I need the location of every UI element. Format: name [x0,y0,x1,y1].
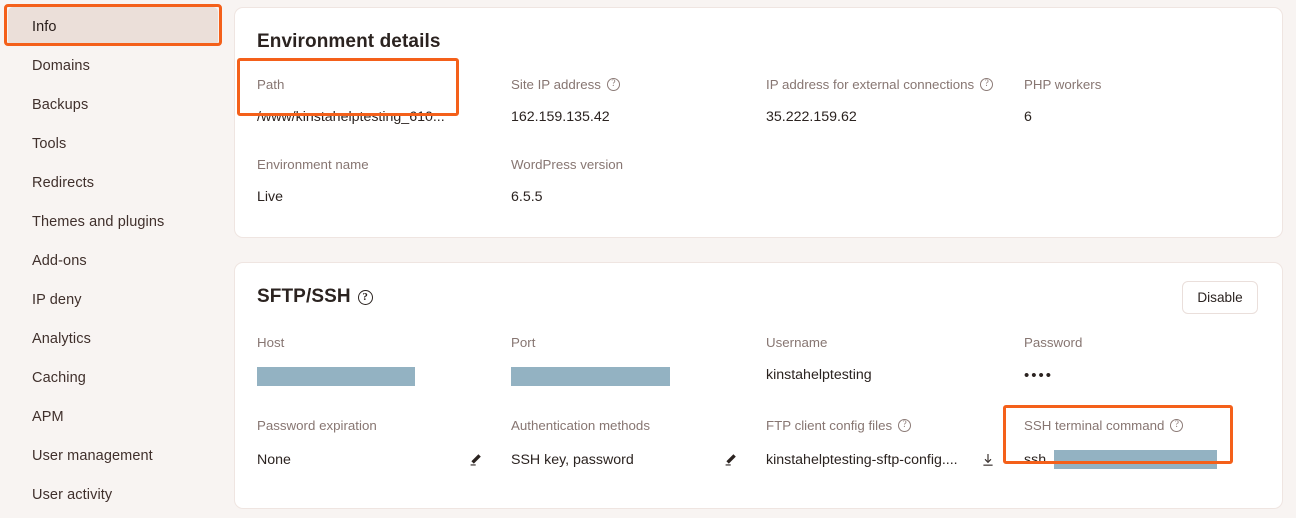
help-circle-icon[interactable]: ? [980,78,994,91]
sidebar-item-user-activity[interactable]: User activity [8,475,218,514]
sidebar-item-caching[interactable]: Caching [8,358,218,397]
sidebar-item-label: Tools [32,135,67,152]
field-environment-name-label: Environment name [257,157,369,172]
field-port-value [511,367,766,386]
field-environment-name: Environment name Live [257,157,511,205]
field-wordpress-version: WordPress version 6.5.5 [511,157,766,205]
field-ftp-client-config-files-row: kinstahelptesting-sftp-config.... [766,450,998,470]
field-external-ip-address-label: IP address for external connections ? [766,77,1024,92]
field-authentication-methods-row: SSH key, password [511,450,740,470]
field-site-ip-address: Site IP address ? 162.159.135.42 [511,77,766,125]
field-external-ip-address-value: 35.222.159.62 [766,109,857,125]
sidebar-item-redirects[interactable]: Redirects [8,163,218,202]
field-password-expiration-label: Password expiration [257,418,377,433]
sidebar-item-label: Analytics [32,330,91,347]
environment-details-title: Environment details [257,31,441,52]
field-username-label: Username [766,335,828,350]
sidebar-item-label: Info [32,18,57,35]
sidebar-item-backups[interactable]: Backups [8,85,218,124]
sidebar-nav: Info Domains Backups Tools Redirects The… [0,0,226,518]
field-password-value: •••• [1024,367,1054,384]
sidebar-item-label: Add-ons [32,252,87,269]
sidebar-item-label: IP deny [32,291,82,308]
sidebar-item-label: Backups [32,96,89,113]
field-path-value: /www/kinstahelptesting_610... [257,109,445,125]
sftp-ssh-title: SFTP/SSH ? [257,286,1256,308]
field-ftp-client-config-files: FTP client config files ? kinstahelptest… [766,418,1024,470]
field-authentication-methods-label: Authentication methods [511,418,650,433]
help-circle-icon[interactable]: ? [898,419,912,432]
field-ssh-terminal-command: SSH terminal command ? ssh [1024,418,1218,470]
environment-details-card: Environment details Path /www/kinstahelp… [234,7,1283,238]
pencil-icon[interactable] [720,450,740,470]
field-host-value [257,367,511,386]
sidebar-item-user-management[interactable]: User management [8,436,218,475]
sidebar-item-themes-and-plugins[interactable]: Themes and plugins [8,202,218,241]
sidebar-item-label: Caching [32,369,86,386]
field-php-workers: PHP workers 6 [1024,77,1101,125]
field-username: Username kinstahelptesting [766,335,1024,386]
field-external-ip-address: IP address for external connections ? 35… [766,77,1024,125]
field-password-expiration-row: None [257,450,485,470]
field-ssh-terminal-command-row: ssh [1024,450,1218,469]
field-host: Host [257,335,511,386]
help-circle-icon[interactable]: ? [1170,419,1184,432]
app-window: Info Domains Backups Tools Redirects The… [0,0,1296,518]
field-password-label: Password [1024,335,1083,350]
field-wordpress-version-value: 6.5.5 [511,189,543,205]
field-path: Path /www/kinstahelptesting_610... [257,77,511,125]
sidebar-item-add-ons[interactable]: Add-ons [8,241,218,280]
download-icon[interactable] [978,450,998,470]
sidebar-item-label: Domains [32,57,90,74]
disable-button[interactable]: Disable [1182,281,1258,314]
main-content: Environment details Path /www/kinstahelp… [226,0,1296,518]
help-circle-icon[interactable]: ? [357,289,373,305]
field-port: Port [511,335,766,386]
redacted-host-value [257,367,415,386]
sidebar-item-apm[interactable]: APM [8,397,218,436]
redacted-port-value [511,367,670,386]
redacted-ssh-terminal-command [1054,450,1218,469]
field-ssh-terminal-command-value: ssh [1024,451,1047,468]
sidebar-item-domains[interactable]: Domains [8,46,218,85]
field-site-ip-address-label: Site IP address ? [511,77,766,92]
field-authentication-methods-value: SSH key, password [511,452,634,468]
field-php-workers-label: PHP workers [1024,77,1102,92]
field-password-expiration: Password expiration None [257,418,511,470]
sidebar-item-label: APM [32,408,64,425]
sidebar-item-label: Redirects [32,174,95,191]
field-php-workers-value: 6 [1024,109,1032,125]
field-password: Password •••• [1024,335,1082,386]
field-username-value: kinstahelptesting [766,367,872,383]
field-host-label: Host [257,335,285,350]
sidebar-item-info[interactable]: Info [8,7,218,46]
sidebar-item-ip-deny[interactable]: IP deny [8,280,218,319]
pencil-icon[interactable] [465,450,485,470]
field-ssh-terminal-command-label: SSH terminal command ? [1024,418,1217,433]
sidebar-item-label: User activity [32,486,113,503]
field-wordpress-version-label: WordPress version [511,157,624,172]
field-environment-name-value: Live [257,189,284,205]
field-authentication-methods: Authentication methods SSH key, password [511,418,766,470]
field-ftp-client-config-files-label: FTP client config files ? [766,418,1024,433]
sidebar-item-tools[interactable]: Tools [8,124,218,163]
sidebar-item-label: User management [32,447,153,464]
sidebar-item-analytics[interactable]: Analytics [8,319,218,358]
sftp-ssh-card: SFTP/SSH ? Disable Host Port Username ki… [234,262,1283,509]
help-circle-icon[interactable]: ? [606,78,620,91]
sidebar-item-label: Themes and plugins [32,213,165,230]
field-port-label: Port [511,335,536,350]
field-site-ip-address-value: 162.159.135.42 [511,109,610,125]
field-ftp-client-config-files-value: kinstahelptesting-sftp-config.... [766,452,958,468]
field-password-expiration-value: None [257,452,291,468]
field-path-label: Path [257,77,285,92]
